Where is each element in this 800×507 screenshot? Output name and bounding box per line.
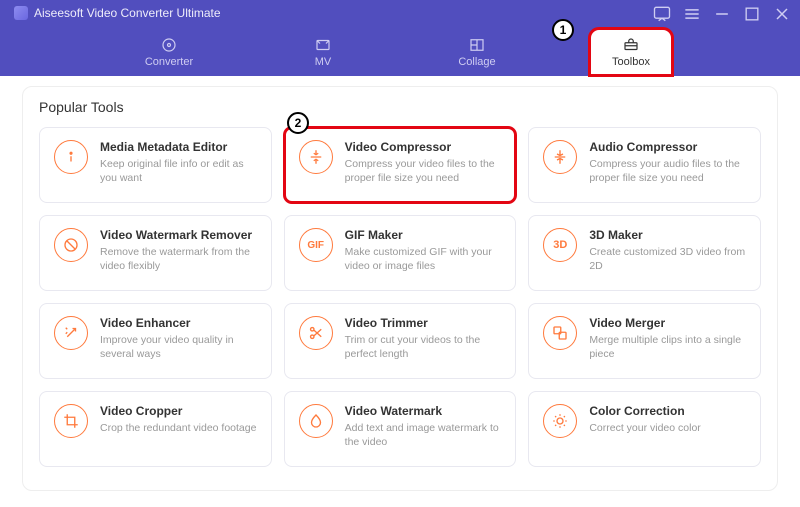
tab-toolbox[interactable]: Toolbox (589, 28, 673, 76)
tool-video-compressor[interactable]: Video Compressor Compress your video fil… (284, 127, 517, 203)
tab-label: Collage (458, 56, 495, 68)
tool-title: Video Watermark (345, 404, 502, 418)
menu-icon[interactable] (682, 4, 702, 24)
tool-title: Video Cropper (100, 404, 257, 418)
tool-title: GIF Maker (345, 228, 502, 242)
window-controls (652, 4, 792, 24)
3d-icon: 3D (543, 228, 577, 262)
app-header: Aiseesoft Video Converter Ultimate Conve… (0, 0, 800, 76)
remove-watermark-icon (54, 228, 88, 262)
maximize-icon[interactable] (742, 4, 762, 24)
tool-title: Video Compressor (345, 140, 502, 154)
tool-title: 3D Maker (589, 228, 746, 242)
tool-title: Video Merger (589, 316, 746, 330)
gif-icon: GIF (299, 228, 333, 262)
tool-video-trimmer[interactable]: Video Trimmer Trim or cut your videos to… (284, 303, 517, 379)
tool-desc: Improve your video quality in several wa… (100, 333, 257, 361)
tool-video-merger[interactable]: Video Merger Merge multiple clips into a… (528, 303, 761, 379)
tool-color-correction[interactable]: Color Correction Correct your video colo… (528, 391, 761, 467)
tool-video-cropper[interactable]: Video Cropper Crop the redundant video f… (39, 391, 272, 467)
tool-desc: Add text and image watermark to the vide… (345, 421, 502, 449)
info-icon (54, 140, 88, 174)
crop-icon (54, 404, 88, 438)
tool-desc: Compress your video files to the proper … (345, 157, 502, 185)
tools-panel: Popular Tools Media Metadata Editor Keep… (22, 86, 778, 491)
tool-desc: Crop the redundant video footage (100, 421, 257, 435)
enhance-icon (54, 316, 88, 350)
tool-desc: Compress your audio files to the proper … (589, 157, 746, 185)
close-icon[interactable] (772, 4, 792, 24)
tool-title: Video Enhancer (100, 316, 257, 330)
tool-desc: Correct your video color (589, 421, 746, 435)
tool-title: Media Metadata Editor (100, 140, 257, 154)
step-callout-2: 2 (287, 112, 309, 134)
tool-video-enhancer[interactable]: Video Enhancer Improve your video qualit… (39, 303, 272, 379)
tool-desc: Remove the watermark from the video flex… (100, 245, 257, 273)
tab-label: Toolbox (612, 56, 650, 68)
minimize-icon[interactable] (712, 4, 732, 24)
tool-title: Video Watermark Remover (100, 228, 257, 242)
tool-video-watermark[interactable]: Video Watermark Add text and image water… (284, 391, 517, 467)
tool-audio-compressor[interactable]: Audio Compressor Compress your audio fil… (528, 127, 761, 203)
tool-3d-maker[interactable]: 3D 3D Maker Create customized 3D video f… (528, 215, 761, 291)
tab-collage[interactable]: Collage (435, 28, 519, 76)
feedback-icon[interactable] (652, 4, 672, 24)
tab-mv[interactable]: MV (281, 28, 365, 76)
tab-converter[interactable]: Converter (127, 28, 211, 76)
tool-video-watermark-remover[interactable]: Video Watermark Remover Remove the water… (39, 215, 272, 291)
app-title-row: Aiseesoft Video Converter Ultimate (14, 6, 221, 20)
tool-media-metadata-editor[interactable]: Media Metadata Editor Keep original file… (39, 127, 272, 203)
tab-label: MV (315, 56, 332, 68)
sun-icon (543, 404, 577, 438)
tool-desc: Keep original file info or edit as you w… (100, 157, 257, 185)
section-heading: Popular Tools (39, 99, 761, 115)
app-logo-icon (14, 6, 28, 20)
tools-grid: Media Metadata Editor Keep original file… (39, 127, 761, 467)
audio-compress-icon (543, 140, 577, 174)
tool-desc: Trim or cut your videos to the perfect l… (345, 333, 502, 361)
tool-gif-maker[interactable]: GIF GIF Maker Make customized GIF with y… (284, 215, 517, 291)
tool-title: Color Correction (589, 404, 746, 418)
watermark-icon (299, 404, 333, 438)
tool-title: Audio Compressor (589, 140, 746, 154)
app-title: Aiseesoft Video Converter Ultimate (34, 6, 221, 20)
tool-desc: Make customized GIF with your video or i… (345, 245, 502, 273)
tool-desc: Create customized 3D video from 2D (589, 245, 746, 273)
tab-label: Converter (145, 56, 193, 68)
content-area: Popular Tools Media Metadata Editor Keep… (0, 76, 800, 507)
merge-icon (543, 316, 577, 350)
step-callout-1: 1 (552, 19, 574, 41)
scissors-icon (299, 316, 333, 350)
tool-desc: Merge multiple clips into a single piece (589, 333, 746, 361)
compress-icon (299, 140, 333, 174)
main-nav: Converter MV Collage Toolbox (0, 28, 800, 76)
tool-title: Video Trimmer (345, 316, 502, 330)
